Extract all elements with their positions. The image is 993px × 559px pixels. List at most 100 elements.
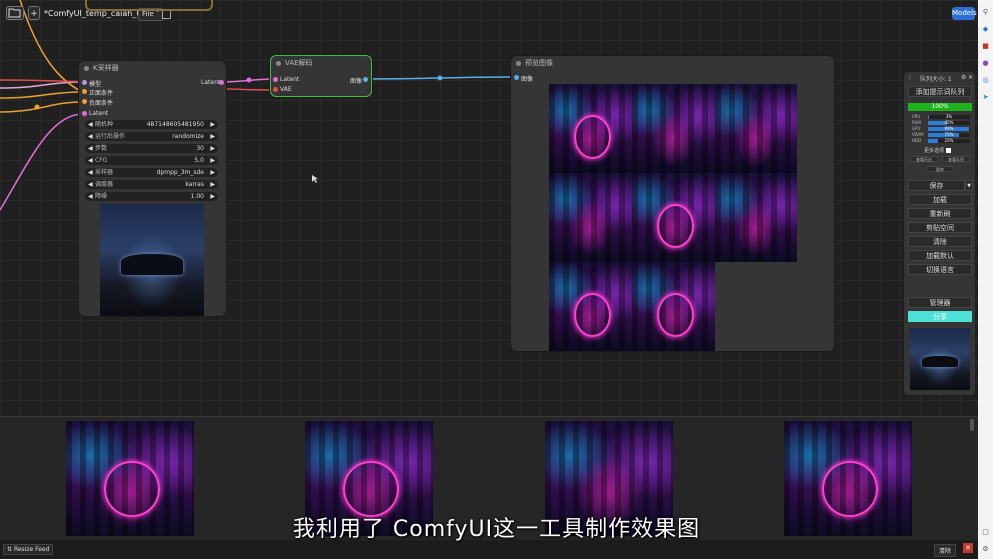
latest-output-thumbnail[interactable]	[910, 328, 970, 390]
load-default-button[interactable]: 加载默认	[908, 250, 972, 261]
image-output-port[interactable]	[363, 77, 368, 82]
drag-handle-icon[interactable]: ⋮	[907, 74, 913, 81]
preview-grid-image[interactable]	[715, 84, 797, 173]
switch-language-button[interactable]: 切换语言	[908, 264, 972, 275]
save-button[interactable]: 保存	[908, 180, 965, 191]
refresh-button[interactable]: 重新刷	[908, 208, 972, 219]
vae-decode-node-header[interactable]: VAE解码	[271, 56, 371, 70]
denoise-widget[interactable]: ◀ 降噪 1.00 ▶	[85, 192, 218, 201]
gallery-button[interactable]: 图库	[926, 166, 954, 172]
gear-icon[interactable]: ⚙	[961, 74, 966, 81]
collapse-dot-icon[interactable]	[84, 66, 89, 71]
search-icon[interactable]: ⚲	[981, 8, 990, 17]
view-queue-button[interactable]: 查看队列	[942, 156, 970, 162]
folder-icon	[8, 8, 21, 18]
preview-grid-image[interactable]	[715, 173, 797, 262]
widget-label: 采样器	[95, 169, 114, 176]
queue-size-label: 队列大小: 1	[920, 76, 952, 83]
stat-value: 3%	[945, 114, 953, 119]
decrement-arrow-icon[interactable]: ◀	[88, 156, 93, 165]
progress-bar: 100%	[908, 103, 972, 111]
seed-widget[interactable]: ◀ 随机种 487148605481950 ▶	[85, 120, 218, 129]
decrement-arrow-icon[interactable]: ◀	[88, 168, 93, 177]
decrement-arrow-icon[interactable]: ◀	[88, 132, 93, 141]
extra-options-toggle[interactable]: 更多选项	[924, 147, 951, 154]
briefcase-icon[interactable]: ■	[981, 42, 990, 51]
control-after-generate-widget[interactable]: ◀ 运行后操作 randomize ▶	[85, 132, 218, 141]
settings-gear-icon[interactable]: ⚙	[981, 545, 990, 554]
positive-input-port[interactable]	[82, 89, 87, 94]
add-tab-button[interactable]: +	[28, 6, 40, 20]
chevron-down-icon: ˅	[155, 10, 160, 18]
increment-arrow-icon[interactable]: ▶	[210, 192, 215, 201]
model-input-port[interactable]	[82, 80, 87, 85]
stat-label: HDD	[912, 138, 922, 143]
share-button[interactable]: 分享	[908, 311, 972, 322]
preview-image-node-header[interactable]: 预览图像	[511, 56, 834, 70]
latent-output-port[interactable]	[219, 80, 224, 85]
preview-grid-image[interactable]	[632, 173, 715, 262]
send-icon[interactable]: ➤	[981, 93, 990, 102]
clipspace-button[interactable]: 剪贴空间	[908, 222, 972, 233]
preview-grid-image[interactable]	[632, 262, 715, 351]
vae-input-port[interactable]	[273, 87, 278, 92]
queue-panel-header[interactable]: ⋮ 队列大小: 1 ⚙ ✕	[904, 74, 975, 83]
folder-menu-button[interactable]	[6, 6, 24, 20]
decrement-arrow-icon[interactable]: ◀	[88, 144, 93, 153]
pin-icon[interactable]: ◆	[981, 25, 990, 34]
input-label-positive: 正面条件	[89, 90, 114, 97]
widget-value: randomize	[172, 133, 204, 140]
increment-arrow-icon[interactable]: ▶	[210, 156, 215, 165]
collapse-dot-icon[interactable]	[516, 61, 521, 66]
preview-grid-image[interactable]	[549, 84, 632, 173]
decrement-arrow-icon[interactable]: ◀	[88, 120, 93, 129]
save-dropdown-chevron-icon[interactable]: ▼	[965, 180, 973, 191]
increment-arrow-icon[interactable]: ▶	[210, 132, 215, 141]
preview-grid-image[interactable]	[549, 173, 632, 262]
input-label-image: 图像	[521, 76, 534, 83]
feed-clear-button[interactable]: 清除	[934, 544, 957, 557]
sampler-widget[interactable]: ◀ 采样器 dpmpp_3m_sde ▶	[85, 168, 218, 177]
cfg-widget[interactable]: ◀ CFG 5.0 ▶	[85, 156, 218, 165]
resize-feed-button[interactable]: ⇅ Resize Feed	[3, 544, 54, 555]
increment-arrow-icon[interactable]: ▶	[210, 144, 215, 153]
negative-input-port[interactable]	[82, 99, 87, 104]
stat-gpu: GPU 99%	[912, 126, 970, 131]
copilot-icon[interactable]: ◎	[981, 76, 990, 85]
clear-button[interactable]: 清除	[908, 236, 972, 247]
progress-text: 100%	[931, 103, 949, 110]
decrement-arrow-icon[interactable]: ◀	[88, 192, 93, 201]
collapse-dot-icon[interactable]	[276, 61, 281, 66]
mouse-cursor-icon	[312, 175, 318, 183]
image-input-port[interactable]	[514, 75, 519, 80]
scheduler-widget[interactable]: ◀ 调度器 karras ▶	[85, 180, 218, 189]
widget-label: 调度器	[95, 181, 114, 188]
preview-grid-image[interactable]	[549, 262, 632, 351]
increment-arrow-icon[interactable]: ▶	[210, 120, 215, 129]
top-toolbar: + *ComfyUI_temp_caiah_00... File ˅ Model…	[0, 0, 978, 22]
graph-canvas[interactable]: + *ComfyUI_temp_caiah_00... File ˅ Model…	[0, 0, 978, 416]
steps-widget[interactable]: ◀ 步数 30 ▶	[85, 144, 218, 153]
view-history-button[interactable]: 查看历史	[910, 156, 938, 162]
preview-grid-image[interactable]	[632, 84, 715, 173]
models-button[interactable]: Models	[952, 7, 977, 20]
widget-label: 步数	[95, 145, 108, 152]
load-button[interactable]: 加载	[908, 194, 972, 205]
feed-scrollbar[interactable]	[970, 419, 974, 431]
checkbox[interactable]	[945, 148, 951, 153]
increment-arrow-icon[interactable]: ▶	[210, 180, 215, 189]
widget-label: 运行后操作	[95, 133, 126, 140]
people-icon[interactable]: ●	[981, 59, 990, 68]
stat-value: 25%	[944, 138, 954, 143]
close-icon[interactable]: ✕	[968, 74, 973, 81]
ksampler-node-header[interactable]: K采样器	[79, 61, 226, 75]
decrement-arrow-icon[interactable]: ◀	[88, 180, 93, 189]
output-label-image: 图像	[350, 78, 363, 85]
input-label-vae: VAE	[280, 86, 292, 93]
latent-input-port[interactable]	[82, 111, 87, 116]
queue-prompt-button[interactable]: 添加提示词队列	[908, 86, 972, 97]
increment-arrow-icon[interactable]: ▶	[210, 168, 215, 177]
manager-button[interactable]: 管理器	[908, 297, 972, 308]
latent-input-port[interactable]	[273, 77, 278, 82]
close-icon[interactable]: ✕	[963, 543, 973, 553]
